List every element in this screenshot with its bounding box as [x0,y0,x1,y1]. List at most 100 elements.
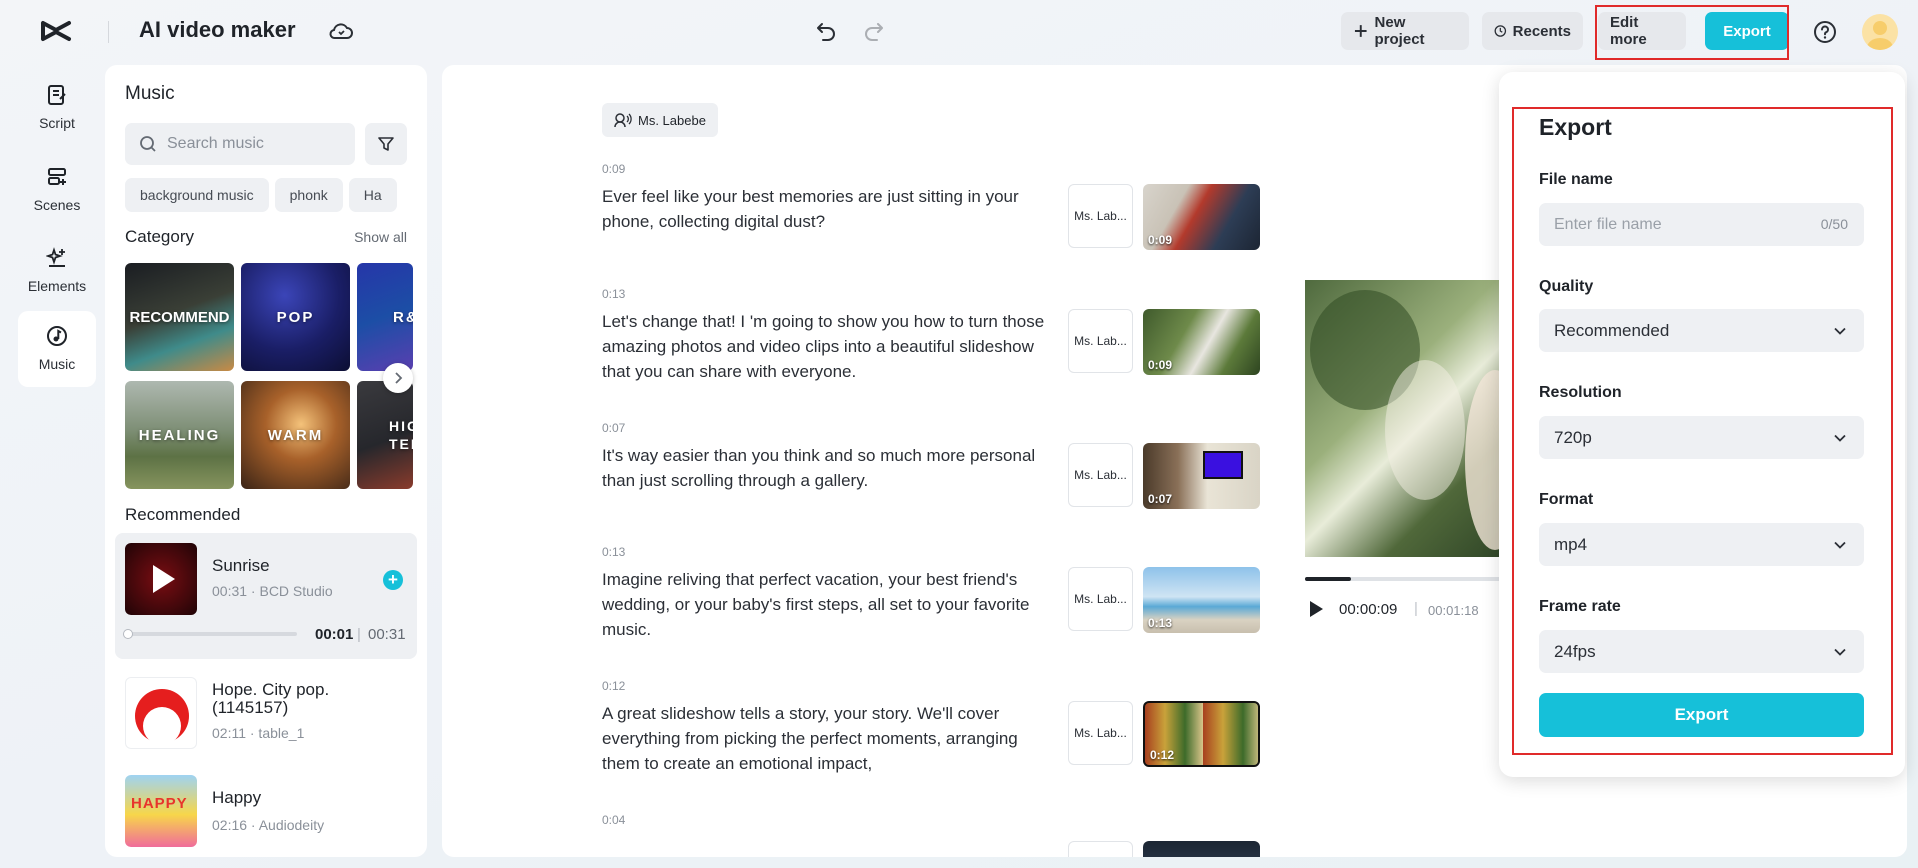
category-warm[interactable]: WARM [241,381,350,489]
scene-text[interactable]: Imagine reliving that perfect vacation, … [602,567,1052,642]
cover-art-text: HAPPY [131,795,188,812]
song-progress-track[interactable] [127,632,297,636]
song-progress-handle[interactable] [123,629,133,639]
scene-thumbnail[interactable]: 0:12 [1143,701,1260,767]
help-icon[interactable] [1812,19,1838,45]
add-music-button[interactable]: + [383,570,403,590]
scene-duration: 0:09 [602,162,626,176]
play-icon[interactable] [125,543,197,615]
scene-row[interactable]: 0:13 Let's change that! I 'm going to sh… [602,287,1322,387]
redo-icon[interactable] [862,19,886,43]
category-healing[interactable]: HEALING [125,381,234,489]
song-item-sunrise[interactable]: Sunrise 00:31 · BCD Studio + 00:01 | 00:… [115,533,417,659]
clock-icon [1494,25,1507,37]
scene-duration: 0:12 [602,679,626,693]
preview-total-time: 00:01:18 [1428,603,1479,618]
chevron-right-icon [395,372,403,384]
video-preview[interactable] [1305,280,1505,557]
nav-music[interactable]: Music [18,311,96,387]
scene-voice-button[interactable] [1068,841,1133,857]
song-title: Hope. City pop. (1145157) [212,680,330,717]
app-title: AI video maker [139,17,296,42]
search-icon [140,136,156,152]
scene-thumbnail[interactable]: 0:09 [1143,309,1260,375]
scene-text[interactable]: Let's change that! I 'm going to show yo… [602,309,1052,384]
scene-row[interactable]: 0:12 A great slideshow tells a story, yo… [602,679,1322,799]
highlight-box [1595,5,1789,60]
avatar[interactable] [1862,14,1898,50]
search-music-input[interactable] [167,123,347,165]
scene-row[interactable]: 0:09 Ever feel like your best memories a… [602,162,1322,262]
recommended-heading: Recommended [125,505,241,524]
nav-elements-label: Elements [27,278,87,294]
song-subtitle: 00:31 · BCD Studio [212,583,333,599]
scene-duration: 0:04 [602,813,626,827]
chip-ha[interactable]: Ha [348,178,397,212]
scene-thumbnail[interactable]: 0:09 [1143,184,1260,250]
scene-thumbnail[interactable] [1143,841,1260,857]
nav-elements[interactable]: Elements [18,233,96,309]
preview-current-time: 00:00:09 [1339,601,1398,618]
thumbnail-duration: 0:07 [1148,492,1173,506]
speaker-name: Ms. Labebe [638,112,706,128]
divider [108,21,109,43]
scene-voice-button[interactable]: Ms. Lab... [1068,443,1133,507]
category-pop[interactable]: POP [241,263,350,371]
preview-progress-fill [1305,577,1351,581]
search-box[interactable] [125,123,355,165]
top-bar: AI video maker New project Recents Edit … [0,0,1918,62]
chip-background-music[interactable]: background music [125,178,269,212]
scene-voice-button[interactable]: Ms. Lab... [1068,701,1133,765]
script-icon [48,85,66,105]
scene-thumbnail[interactable]: 0:07 [1143,443,1260,509]
thumbnail-duration: 0:09 [1148,358,1173,372]
filter-icon [378,137,394,151]
elements-icon [45,247,65,267]
scene-row[interactable]: 0:13 Imagine reliving that perfect vacat… [602,545,1322,665]
speaker-tag[interactable]: Ms. Labebe [602,103,718,137]
filter-button[interactable] [365,123,407,165]
tv-screen [1203,451,1243,479]
scene-voice-button[interactable]: Ms. Lab... [1068,184,1133,248]
scene-row[interactable]: 0:07 It's way easier than you think and … [602,421,1322,521]
thumbnail-duration: 0:13 [1148,616,1173,630]
tag-chips: background music phonk Ha [125,178,415,212]
song-subtitle: 02:16 · Audiodeity [212,817,325,833]
song-subtitle: 02:11 · table_1 [212,725,305,741]
scene-row[interactable]: 0:04 [602,813,1322,857]
scene-duration: 0:13 [602,287,626,301]
capcut-logo-icon[interactable] [40,17,72,45]
chip-phonk[interactable]: phonk [274,178,343,212]
recents-label: Recents [1512,22,1571,40]
scene-voice-button[interactable]: Ms. Lab... [1068,309,1133,373]
category-next-button[interactable] [383,363,413,393]
category-heading: Category [125,227,194,246]
scene-thumbnail[interactable]: 0:13 [1143,567,1260,633]
scene-text[interactable]: A great slideshow tells a story, your st… [602,701,1052,776]
category-recommend[interactable]: RECOMMEND [125,263,234,371]
thumbnail-duration: 0:09 [1148,233,1173,247]
category-grid: RECOMMEND POP R& HEALING WARM HIG TEM [125,263,427,489]
time-separator: | [357,626,361,643]
category-high-tempo[interactable]: HIG TEM [357,381,413,489]
play-icon[interactable] [1308,600,1324,623]
undo-icon[interactable] [814,19,838,43]
scene-voice-button[interactable]: Ms. Lab... [1068,567,1133,631]
nav-script-label: Script [39,115,75,131]
preview-progress-track[interactable] [1305,577,1505,581]
cloud-sync-icon[interactable] [328,19,354,43]
nav-script[interactable]: Script [18,70,96,146]
song-item-hope[interactable]: Hope. City pop. (1145157) 02:11 · table_… [115,667,417,759]
show-all-link[interactable]: Show all [354,229,407,245]
music-panel: Music background musicphonkHa Category S… [105,65,427,857]
song-cover: HAPPY [125,775,197,847]
nav-scenes[interactable]: Scenes [18,152,96,228]
category-rnb[interactable]: R& [357,263,413,371]
scene-text[interactable]: It's way easier than you think and so mu… [602,443,1052,493]
new-project-button[interactable]: New project [1341,12,1469,50]
song-item-happy[interactable]: HAPPY Happy 02:16 · Audiodeity [115,765,417,857]
recents-button[interactable]: Recents [1482,12,1583,50]
scene-text[interactable]: Ever feel like your best memories are ju… [602,184,1052,234]
plus-icon [1354,25,1367,37]
new-project-label: New project [1374,14,1425,48]
